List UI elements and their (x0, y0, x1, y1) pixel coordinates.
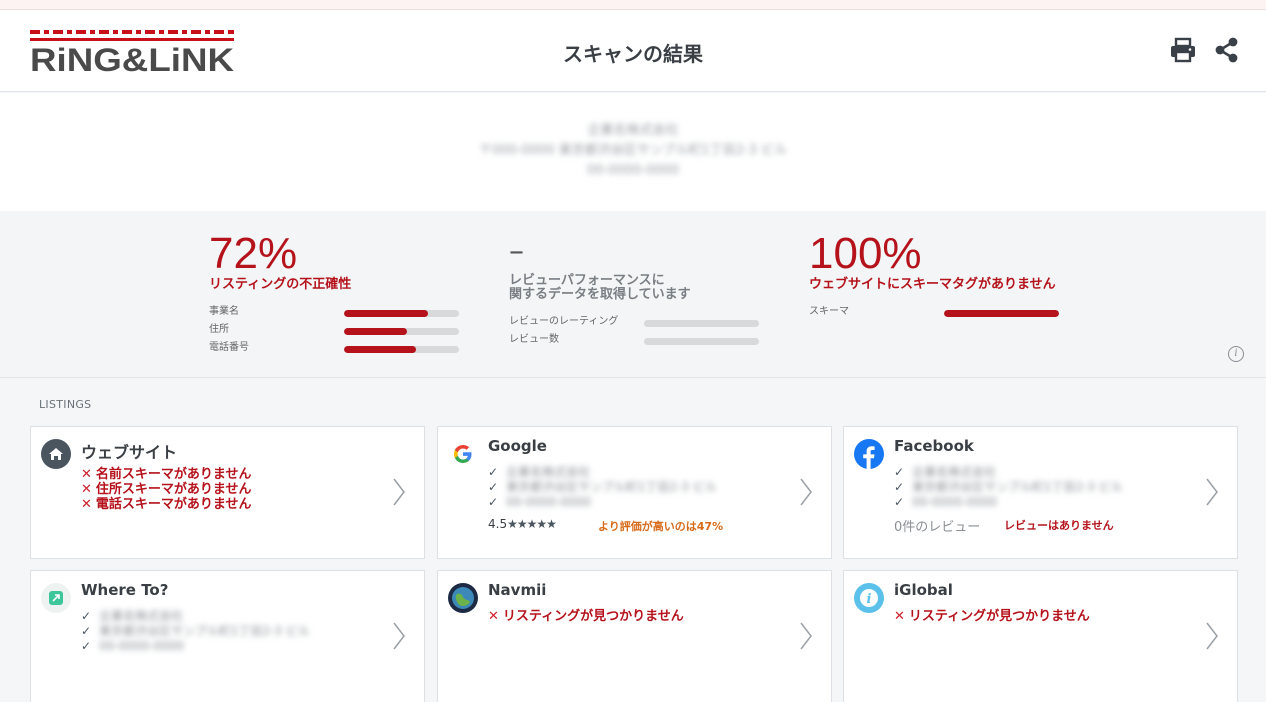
error-item: ✕ リスティングが見つかりません (894, 609, 1090, 624)
metrics-panel: 72% リスティングの不正確性 事業名 住所 電話番号 – レビューパフォーマン… (0, 212, 1266, 378)
listing-card-website[interactable]: ウェブサイト ✕ 名前スキーマがありません ✕ 住所スキーマがありません ✕ 電話スキ… (30, 426, 425, 559)
listing-card-facebook[interactable]: Facebook ✓ 企業名株式会社 ✓ 東京都渋谷区サンプル町1丁目2-3 ビル … (843, 426, 1238, 559)
bar-label: 住所 (209, 324, 229, 335)
card-title: Google (488, 437, 547, 455)
listing-card-google[interactable]: Google ✓ 企業名株式会社 ✓ 東京都渋谷区サンプル町1丁目2-3 ビル ✓ 0… (437, 426, 832, 559)
listings-section-label: LISTINGS (39, 398, 92, 411)
bar-business-name: 事業名 (209, 306, 469, 324)
check-icon: ✓ (81, 609, 92, 623)
bar-fill (344, 346, 417, 353)
iglobal-icon: i (854, 583, 884, 613)
check-icon: ✓ (488, 480, 499, 494)
check-item: ✓ 東京都渋谷区サンプル町1丁目2-3 ビル (81, 624, 310, 638)
bar-review-count: レビュー数 (509, 334, 769, 352)
schema-missing-label: ウェブサイトにスキーマタグがありません (809, 277, 1056, 292)
bar-schema: スキーマ (809, 306, 1109, 324)
bar-fill (344, 310, 428, 317)
error-item: ✕ リスティングが見つかりません (488, 609, 684, 624)
check-icon: ✓ (894, 465, 905, 479)
listing-accuracy-metric: 72% リスティングの不正確性 事業名 住所 電話番号 (209, 212, 469, 360)
x-icon: ✕ (81, 467, 92, 482)
bar-fill (344, 328, 408, 335)
app-header: RiNG&LiNK スキャンの結果 (0, 10, 1266, 92)
navmii-icon (448, 583, 478, 613)
listing-inaccuracy-label: リスティングの不正確性 (209, 277, 352, 292)
check-icon: ✓ (81, 624, 92, 638)
listing-card-where-to[interactable]: Where To? ✓ 企業名株式会社 ✓ 東京都渋谷区サンプル町1丁目2-3 ビル… (30, 570, 425, 702)
business-name: 企業名株式会社 (587, 123, 679, 138)
top-accent-line (0, 0, 1266, 10)
bar-address: 住所 (209, 324, 469, 342)
chevron-right-icon[interactable] (392, 621, 406, 651)
info-icon[interactable]: i (1228, 346, 1244, 362)
google-icon (454, 445, 472, 463)
home-icon (41, 439, 71, 469)
google-rating: 4.5★★★★★ (488, 517, 557, 531)
rating-comparison: より評価が高いのは47% (598, 520, 724, 533)
business-phone: 00-0000-0000 (586, 163, 680, 178)
chevron-right-icon[interactable] (1205, 477, 1219, 507)
share-icon[interactable] (1214, 37, 1240, 63)
error-item: ✕ 住所スキーマがありません (81, 482, 252, 497)
chevron-right-icon[interactable] (1205, 621, 1219, 651)
business-info: 企業名株式会社 〒000-0000 東京都渋谷区サンプル町1丁目2-3 ビル 0… (0, 93, 1266, 211)
bar-review-rating: レビューのレーティング (509, 316, 769, 334)
review-performance-value: – (509, 234, 524, 269)
check-item: ✓ 企業名株式会社 (81, 609, 184, 623)
check-item: ✓ 企業名株式会社 (894, 465, 997, 479)
bar-label: 電話番号 (209, 342, 249, 353)
check-icon: ✓ (894, 480, 905, 494)
check-item: ✓ 00-0000-0000 (81, 639, 185, 653)
check-item: ✓ 00-0000-0000 (488, 495, 592, 509)
review-performance-metric: – レビューパフォーマンスに 関するデータを取得しています レビューのレーティン… (509, 212, 769, 352)
review-count: 0件のレビュー (894, 520, 981, 535)
chevron-right-icon[interactable] (799, 477, 813, 507)
chevron-right-icon[interactable] (799, 621, 813, 651)
x-icon: ✕ (81, 482, 92, 497)
x-icon: ✕ (894, 609, 905, 624)
check-item: ✓ 00-0000-0000 (894, 495, 998, 509)
where-to-icon (41, 583, 71, 613)
card-title: Navmii (488, 581, 547, 599)
bar-fill (944, 310, 1059, 317)
schema-missing-percent: 100% (809, 229, 922, 278)
card-title: Where To? (81, 581, 169, 599)
card-title: ウェブサイト (81, 443, 178, 462)
facebook-icon (854, 439, 884, 469)
review-performance-label: レビューパフォーマンスに 関するデータを取得しています (509, 273, 691, 302)
no-reviews-label: レビューはありません (1004, 519, 1114, 532)
page-title: スキャンの結果 (563, 42, 703, 66)
check-icon: ✓ (488, 465, 499, 479)
bar-label: レビューのレーティング (509, 316, 619, 327)
listing-card-navmii[interactable]: Navmii ✕ リスティングが見つかりません (437, 570, 832, 702)
x-icon: ✕ (81, 497, 92, 512)
bar-label: 事業名 (209, 306, 239, 317)
check-item: ✓ 東京都渋谷区サンプル町1丁目2-3 ビル (488, 480, 717, 494)
check-icon: ✓ (894, 495, 905, 509)
star-rating-icon: ★★★★★ (507, 517, 557, 531)
x-icon: ✕ (488, 609, 499, 624)
error-item: ✕ 電話スキーマがありません (81, 497, 252, 512)
check-icon: ✓ (81, 639, 92, 653)
business-address: 〒000-0000 東京都渋谷区サンプル町1丁目2-3 ビル (479, 143, 787, 158)
card-title: iGlobal (894, 581, 953, 599)
svg-text:i: i (867, 592, 872, 607)
schema-metric: 100% ウェブサイトにスキーマタグがありません スキーマ (809, 212, 1109, 324)
print-icon[interactable] (1170, 37, 1196, 63)
bar-phone: 電話番号 (209, 342, 469, 360)
rating-value: 4.5 (488, 517, 508, 531)
card-title: Facebook (894, 437, 974, 455)
check-item: ✓ 企業名株式会社 (488, 465, 591, 479)
listing-inaccuracy-percent: 72% (209, 229, 298, 278)
check-icon: ✓ (488, 495, 499, 509)
listing-card-iglobal[interactable]: i iGlobal ✕ リスティングが見つかりません (843, 570, 1238, 702)
check-item: ✓ 東京都渋谷区サンプル町1丁目2-3 ビル (894, 480, 1123, 494)
bar-label: レビュー数 (509, 334, 559, 345)
error-item: ✕ 名前スキーマがありません (81, 467, 252, 482)
bar-label: スキーマ (809, 306, 849, 317)
chevron-right-icon[interactable] (392, 477, 406, 507)
